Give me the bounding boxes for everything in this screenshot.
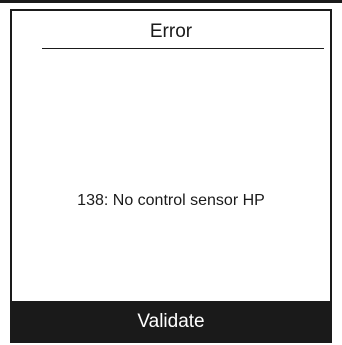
validate-button[interactable]: Validate xyxy=(10,301,332,343)
error-message: 138: No control sensor HP xyxy=(77,192,265,209)
error-dialog: Error 138: No control sensor HP xyxy=(10,9,332,343)
dialog-title: Error xyxy=(149,21,193,42)
top-border xyxy=(0,0,342,3)
title-divider xyxy=(42,48,324,49)
